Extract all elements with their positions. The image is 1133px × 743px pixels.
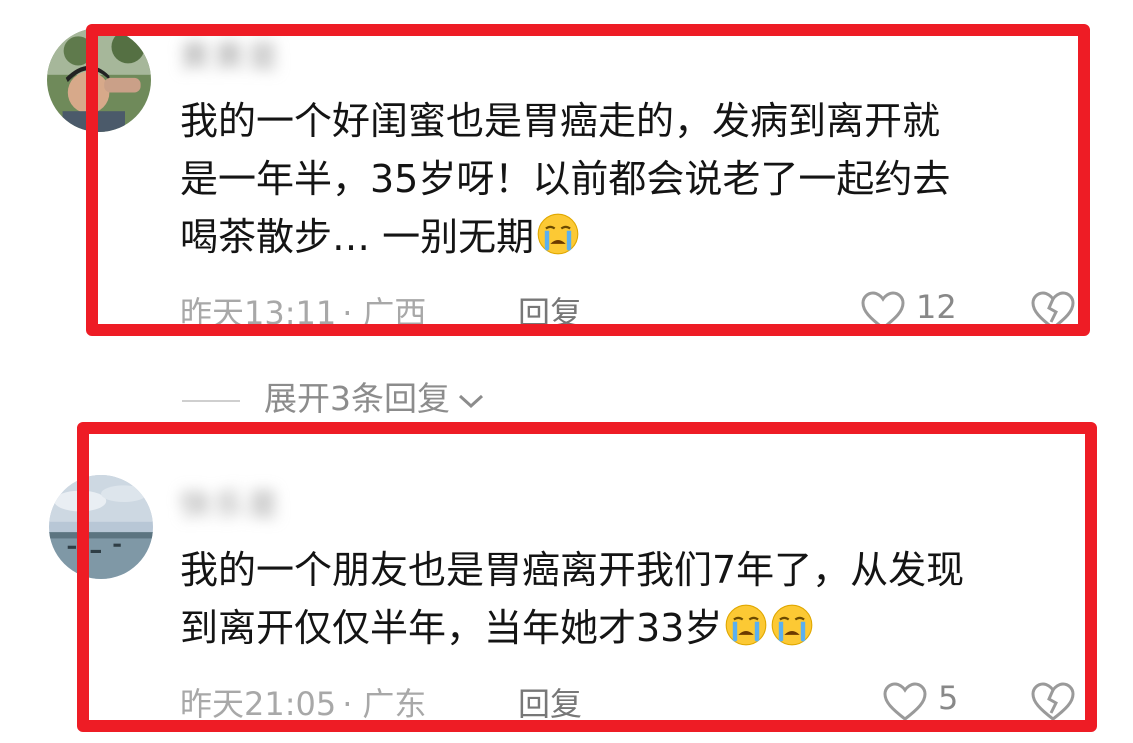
- highlight-box: [86, 24, 1090, 336]
- chevron-down-icon: [458, 394, 484, 408]
- expand-replies-button[interactable]: 展开3条回复: [182, 372, 486, 420]
- expand-replies-label: 展开3条回复: [264, 379, 450, 418]
- highlight-box: [77, 422, 1097, 732]
- divider-line: [182, 399, 240, 402]
